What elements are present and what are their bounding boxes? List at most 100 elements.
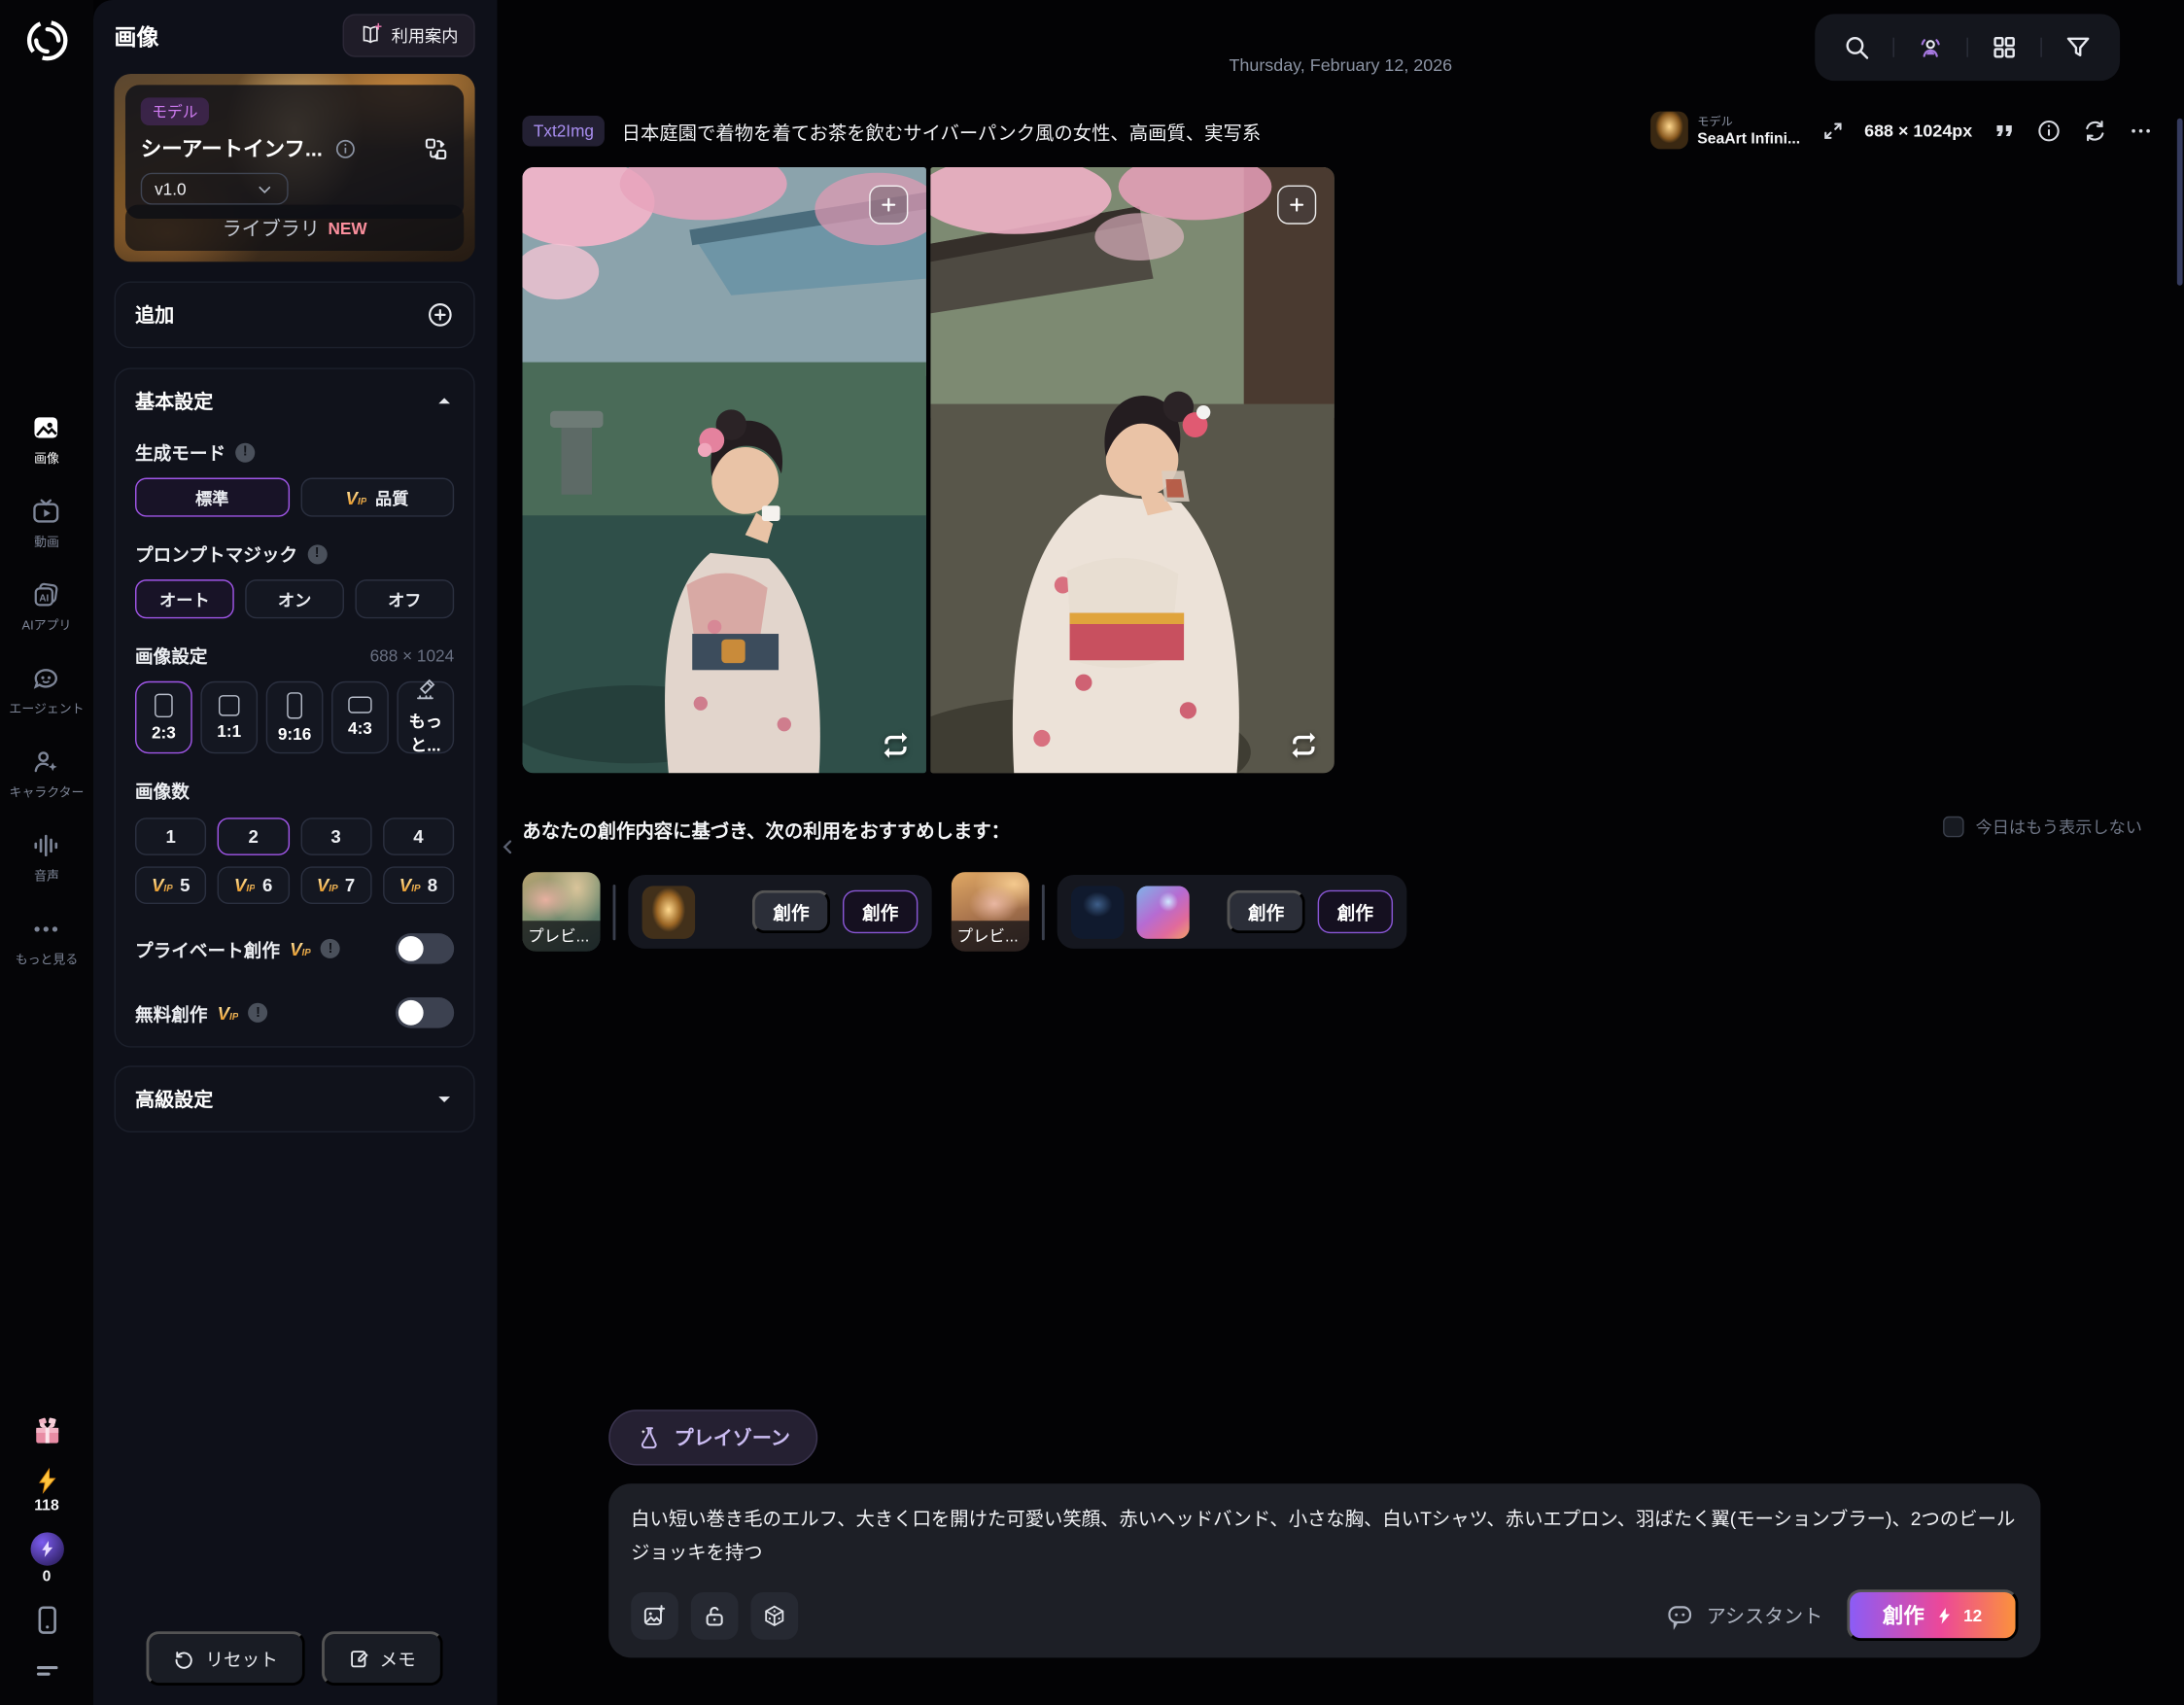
create-button-purple[interactable]: 創作 [1318, 890, 1393, 933]
generation-model-chip[interactable]: モデル SeaArt Infini... [1649, 112, 1800, 150]
assistant-button[interactable]: アシスタント [1666, 1601, 1822, 1629]
model-version-select[interactable]: v1.0 [141, 173, 289, 205]
ratio-2-3-button[interactable]: 2:3 [135, 681, 192, 754]
dismiss-today-checkbox[interactable] [1944, 817, 1964, 837]
model-thumbnail[interactable] [1136, 886, 1189, 938]
create-label: 創作 [862, 898, 898, 924]
private-creation-toggle[interactable] [396, 933, 454, 964]
create-submit-button[interactable]: 創作 12 [1847, 1589, 2019, 1641]
preview-thumbnail-1[interactable]: プレビ... [522, 872, 600, 952]
unlock-icon[interactable] [691, 1591, 739, 1639]
playzone-button[interactable]: プレイゾーン [608, 1409, 817, 1465]
more-menu-icon[interactable] [2129, 118, 2154, 143]
remix-icon[interactable] [1289, 730, 1320, 761]
sidebar-collapse-handle[interactable] [498, 836, 520, 858]
mode-standard-label: 標準 [195, 485, 228, 508]
scrollbar-thumb[interactable] [2177, 119, 2183, 286]
assistant-bubble-icon [1666, 1601, 1694, 1629]
quote-prompt-icon[interactable] [1993, 120, 2016, 142]
info-icon[interactable]: ! [249, 1003, 268, 1023]
remix-icon[interactable] [881, 730, 912, 761]
preview-thumbnail-2[interactable]: プレビ... [952, 872, 1029, 952]
seaart-logo-icon[interactable] [23, 17, 71, 64]
info-icon[interactable]: ! [321, 939, 340, 958]
create-button-purple[interactable]: 創作 [843, 890, 918, 933]
plus-circle-icon[interactable] [427, 301, 455, 330]
rail-item-agent[interactable]: エージェント [9, 663, 84, 717]
rail-item-video[interactable]: 動画 [31, 496, 62, 550]
toggle-knob [399, 936, 424, 961]
magic-auto-button[interactable]: オート [135, 579, 234, 618]
info-icon[interactable] [2036, 118, 2062, 143]
count-2-button[interactable]: 2 [218, 818, 289, 855]
prompt-input-text[interactable]: 白い短い巻き毛のエルフ、大きく口を開けた可愛い笑顔、赤いヘッドバンド、小さな胸、… [631, 1503, 2018, 1571]
add-section[interactable]: 追加 [115, 281, 475, 348]
rail-item-image[interactable]: 画像 [31, 412, 62, 467]
energy-purple-count: 0 [43, 1569, 52, 1585]
regenerate-icon[interactable] [2082, 118, 2107, 143]
collapse-caret-icon[interactable] [434, 392, 454, 411]
gift-icon[interactable] [30, 1415, 63, 1448]
rail-item-ai-apps[interactable]: AI AIアプリ [22, 579, 72, 634]
dismiss-today-control[interactable]: 今日はもう表示しない [1944, 815, 2142, 838]
ratio-4-3-button[interactable]: 4:3 [331, 681, 389, 754]
mode-standard-button[interactable]: 標準 [135, 478, 289, 517]
add-to-collection-button[interactable] [869, 186, 908, 225]
info-icon[interactable]: ! [235, 442, 255, 462]
model-card[interactable]: モデル シーアートインフ... v1.0 ライブラリ NEW [115, 74, 475, 261]
generated-image-1[interactable] [522, 167, 926, 773]
model-thumbnail[interactable] [642, 886, 695, 938]
model-info-icon[interactable] [333, 137, 356, 159]
model-swap-icon[interactable] [424, 136, 449, 161]
ratio-9-16-button[interactable]: 9:16 [266, 681, 324, 754]
menu-collapse-icon[interactable] [31, 1654, 62, 1686]
add-to-collection-button[interactable] [1277, 186, 1316, 225]
info-icon[interactable]: ! [307, 544, 327, 564]
recommendation-heading: あなたの創作内容に基づき、次の利用をおすすめします： [522, 815, 1010, 843]
ratio-custom-button[interactable]: もっと... [397, 681, 454, 754]
add-image-icon[interactable] [631, 1591, 678, 1639]
more-dots-icon [31, 914, 62, 945]
rail-item-character[interactable]: キャラクター [10, 747, 85, 801]
count-7-vip-button[interactable]: VIP7 [300, 866, 371, 904]
advanced-settings-section[interactable]: 高級設定 [115, 1065, 475, 1132]
toggle-knob [399, 1000, 424, 1026]
model-thumbnail[interactable] [1071, 886, 1124, 938]
main-area: Thursday, February 12, 2026 Txt2Img 日本庭園… [498, 0, 2184, 1705]
guide-button[interactable]: + 利用案内 [343, 14, 475, 56]
basic-settings-header[interactable]: 基本設定 [135, 387, 454, 415]
magic-on-button[interactable]: オン [245, 579, 344, 618]
prompt-composer: プレイゾーン 白い短い巻き毛のエルフ、大きく口を開けた可愛い笑顔、赤いヘッドバン… [608, 1409, 2040, 1657]
energy-yellow[interactable]: 118 [33, 1467, 61, 1514]
library-button[interactable]: ライブラリ NEW [125, 205, 464, 251]
count-6-vip-button[interactable]: VIP6 [218, 866, 289, 904]
expand-caret-icon[interactable] [434, 1090, 454, 1109]
memo-button[interactable]: メモ [321, 1631, 442, 1686]
count-label: 7 [345, 875, 355, 895]
generated-image-2[interactable] [930, 167, 1335, 773]
magic-off-button[interactable]: オフ [355, 579, 454, 618]
ai-apps-icon: AI [31, 579, 62, 610]
count-5-vip-button[interactable]: VIP5 [135, 866, 206, 904]
create-button-gray[interactable]: 創作 [1228, 890, 1305, 933]
bolt-icon [1934, 1606, 1954, 1625]
expand-icon[interactable] [1821, 120, 1844, 142]
create-button-gray[interactable]: 創作 [752, 890, 830, 933]
count-8-vip-button[interactable]: VIP8 [383, 866, 454, 904]
count-3-button[interactable]: 3 [300, 818, 371, 855]
count-4-button[interactable]: 4 [383, 818, 454, 855]
dice-random-icon[interactable] [750, 1591, 798, 1639]
rail-item-more[interactable]: もっと見る [16, 914, 79, 968]
mobile-app-icon[interactable] [30, 1603, 63, 1636]
mode-quality-button[interactable]: VIP 品質 [300, 478, 454, 517]
energy-purple[interactable]: 0 [30, 1532, 63, 1584]
generation-prompt[interactable]: 日本庭園で着物を着てお茶を飲むサイバーパンク風の女性、高画質、実写系 [622, 117, 1262, 145]
reset-button[interactable]: リセット [147, 1631, 304, 1686]
memo-icon [348, 1648, 370, 1670]
ratio-1-1-button[interactable]: 1:1 [200, 681, 258, 754]
rail-item-audio[interactable]: 音声 [31, 830, 62, 885]
toolbar-divider [1966, 38, 1967, 57]
prompt-input-box[interactable]: 白い短い巻き毛のエルフ、大きく口を開けた可愛い笑顔、赤いヘッドバンド、小さな胸、… [608, 1483, 2040, 1657]
count-1-button[interactable]: 1 [135, 818, 206, 855]
free-creation-toggle[interactable] [396, 997, 454, 1028]
